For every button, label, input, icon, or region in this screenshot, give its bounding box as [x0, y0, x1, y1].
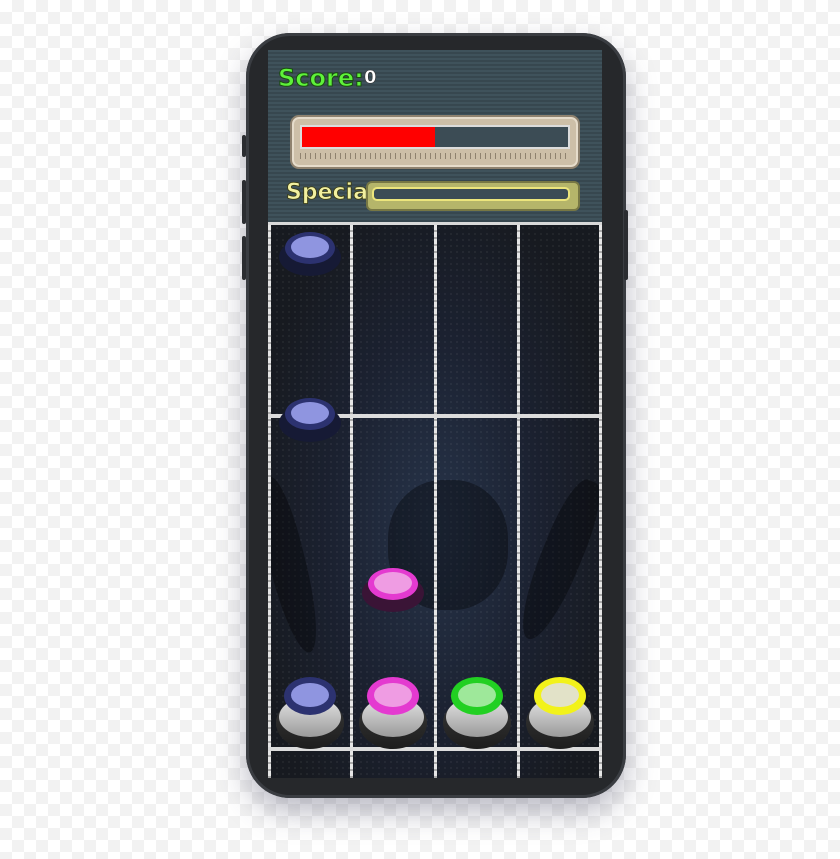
phone-volume-up-button [242, 180, 246, 224]
target-top [374, 683, 412, 707]
string [434, 225, 437, 778]
string [268, 225, 271, 778]
note-top [291, 402, 329, 424]
score-value: 0 [364, 67, 377, 89]
score-label: Score: [278, 64, 365, 93]
note-top [374, 572, 412, 594]
falling-note-blue [279, 228, 341, 276]
phone-side-button [242, 135, 246, 157]
hud-panel: Score: 0 Special [268, 50, 602, 225]
health-track [300, 125, 570, 149]
health-ticks [300, 153, 570, 159]
game-screen: Score: 0 Special [268, 50, 602, 778]
health-fill [302, 127, 435, 147]
phone-power-button [624, 210, 628, 280]
health-meter [290, 115, 580, 169]
falling-note-pink [362, 564, 424, 612]
target-top [541, 683, 579, 707]
special-track [372, 187, 570, 201]
target-button-pink[interactable] [359, 677, 427, 749]
target-top [458, 683, 496, 707]
falling-note-blue [279, 394, 341, 442]
string [599, 225, 602, 778]
target-button-blue[interactable] [276, 677, 344, 749]
fretboard [268, 225, 602, 778]
target-top [291, 683, 329, 707]
phone-volume-down-button [242, 236, 246, 280]
target-button-yellow[interactable] [526, 677, 594, 749]
special-label: Special [286, 180, 376, 206]
string [350, 225, 353, 778]
special-meter [366, 181, 580, 211]
note-top [291, 236, 329, 258]
target-button-green[interactable] [443, 677, 511, 749]
string [517, 225, 520, 778]
